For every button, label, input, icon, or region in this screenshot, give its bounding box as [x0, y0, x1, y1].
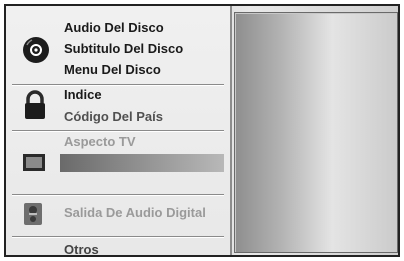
- menu-divider: [12, 130, 224, 131]
- menu-item-menu-del-disco[interactable]: Menu Del Disco: [64, 62, 161, 77]
- tv-screen-icon: [23, 154, 45, 171]
- menu-item-audio-del-disco[interactable]: Audio Del Disco: [64, 20, 164, 35]
- setup-menu-screen: Audio Del Disco Subtitulo Del Disco Menu…: [4, 4, 400, 257]
- menu-item-otros[interactable]: Otros: [64, 242, 99, 255]
- menu-divider: [12, 194, 224, 195]
- menu-item-aspecto-tv[interactable]: Aspecto TV: [64, 134, 136, 149]
- lock-icon: [25, 90, 45, 119]
- menu-divider: [12, 84, 224, 85]
- selection-highlight-bar: [60, 154, 224, 172]
- menu-item-subtitulo-del-disco[interactable]: Subtitulo Del Disco: [64, 41, 183, 56]
- menu-item-indice[interactable]: Indice: [64, 87, 102, 102]
- menu-item-salida-de-audio-digital[interactable]: Salida De Audio Digital: [64, 205, 206, 220]
- settings-options-pane: [234, 12, 398, 253]
- menu-item-codigo-del-pais[interactable]: Código Del País: [64, 109, 163, 124]
- speaker-icon: [24, 203, 42, 225]
- disc-icon: [23, 37, 49, 63]
- menu-divider: [12, 236, 224, 237]
- setup-menu-panel: Audio Del Disco Subtitulo Del Disco Menu…: [6, 6, 232, 255]
